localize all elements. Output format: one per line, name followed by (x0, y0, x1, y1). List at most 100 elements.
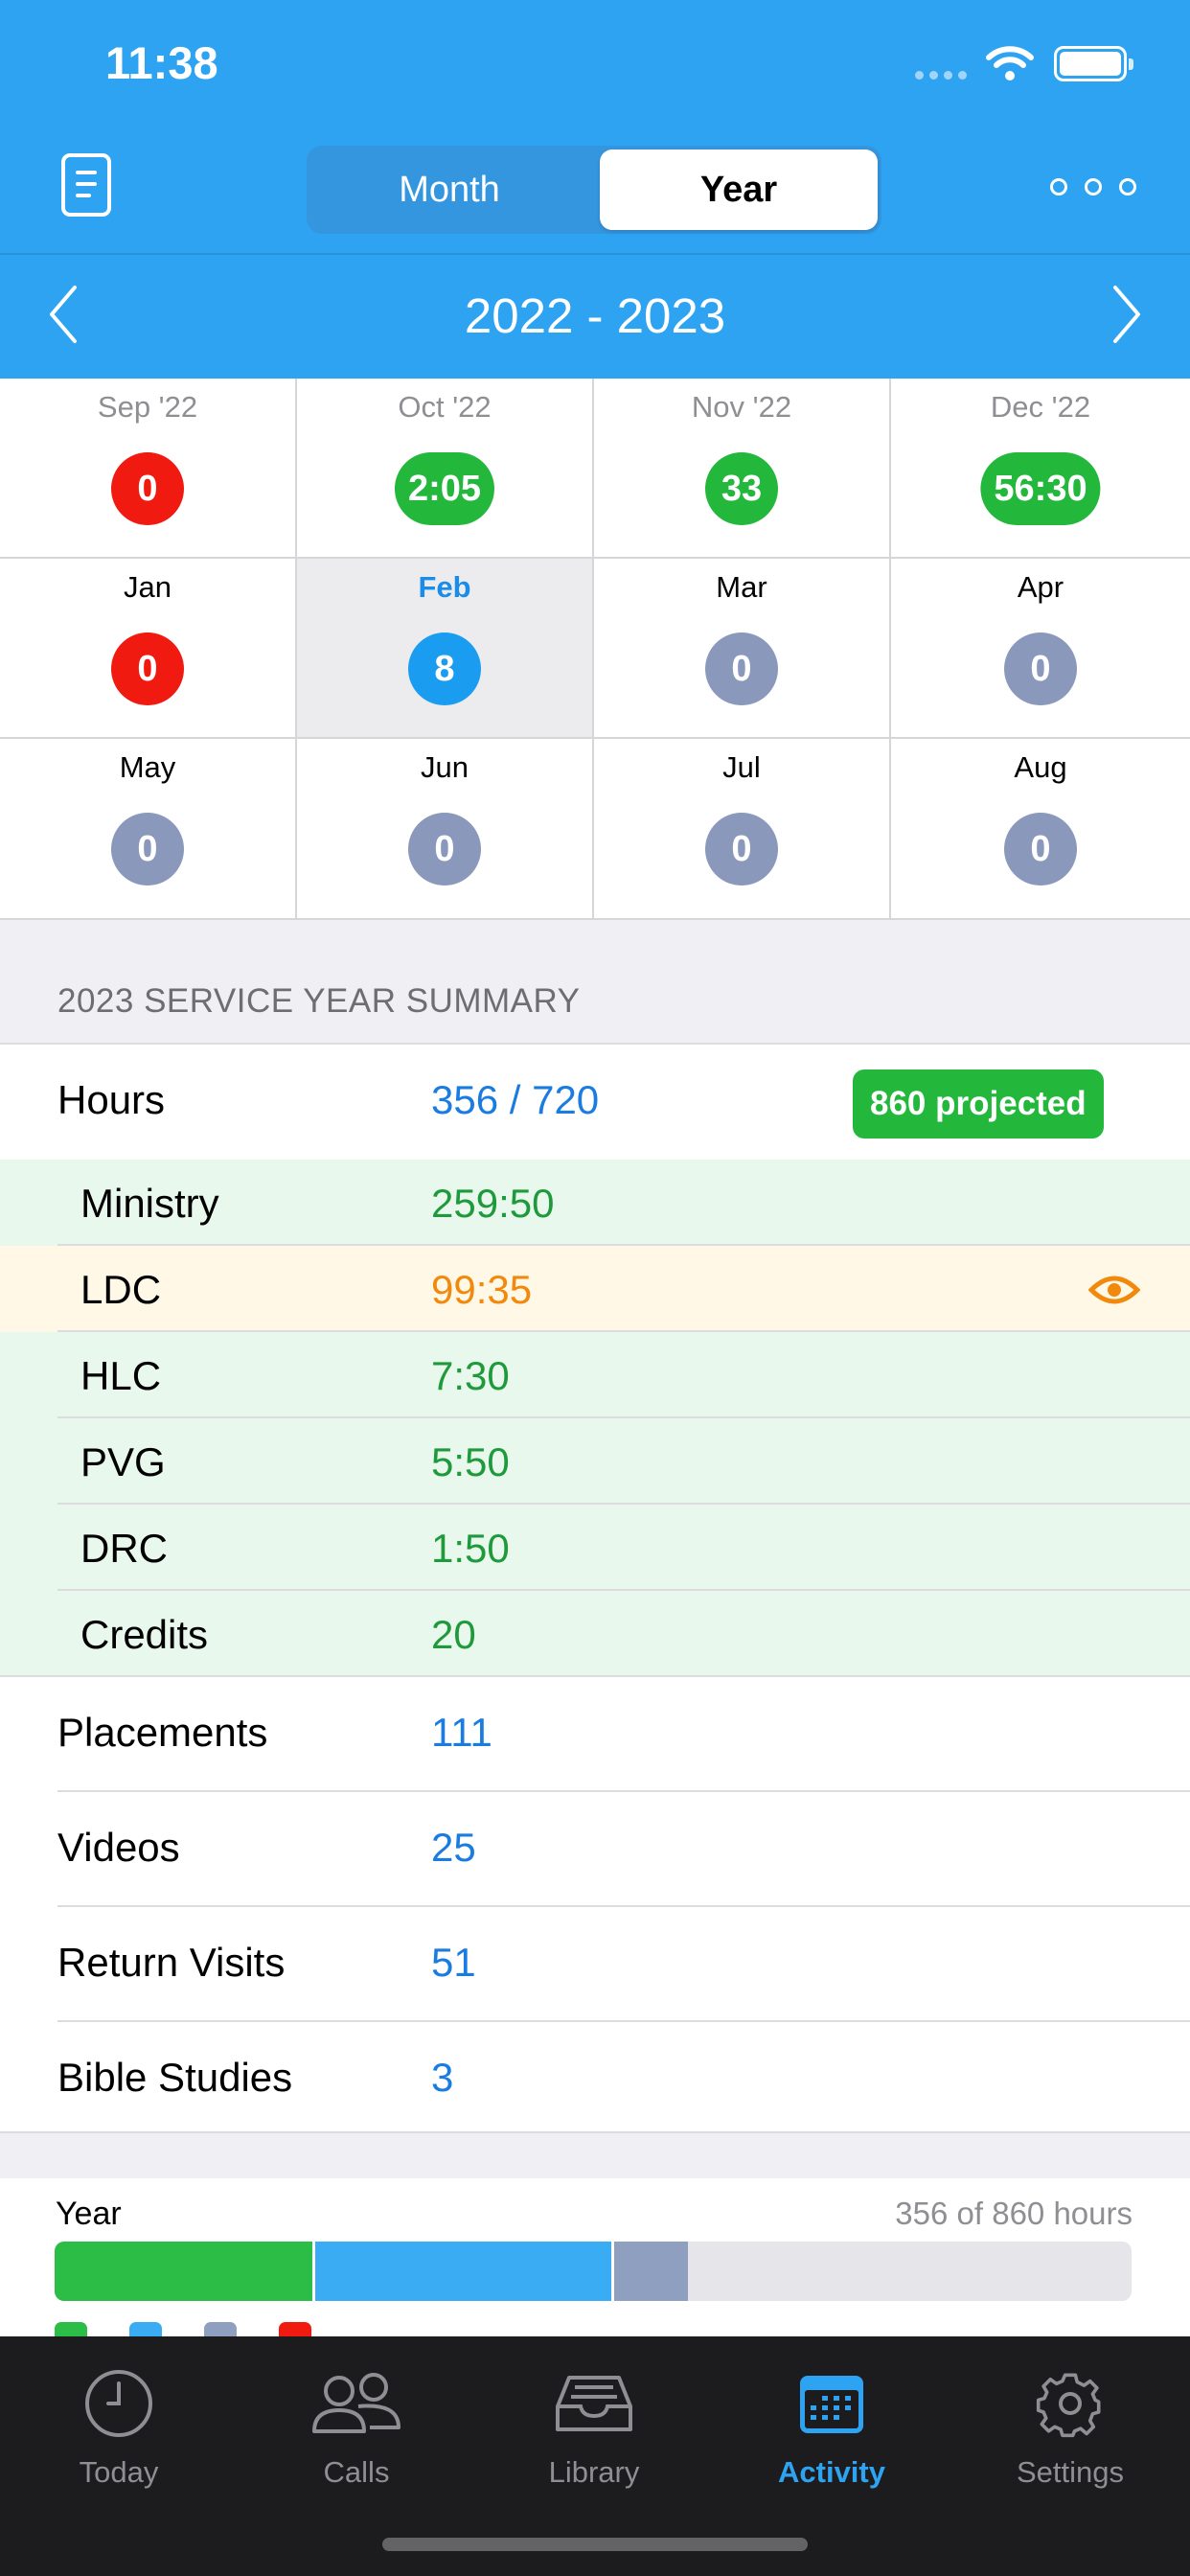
month-label: Jun (421, 750, 469, 784)
month-cell[interactable]: Apr 0 (891, 559, 1190, 739)
segment-month[interactable]: Month (310, 150, 588, 230)
videos-row[interactable]: Videos 25 (0, 1792, 1190, 1907)
progress-segment (55, 2242, 312, 2301)
breakdown-value: 20 (431, 1612, 476, 1657)
breakdown-row-ministry[interactable]: Ministry 259:50 (0, 1160, 1190, 1246)
count-label: Placements (57, 1710, 268, 1755)
more-icon[interactable] (1050, 178, 1136, 196)
breakdown-value: 7:30 (431, 1353, 510, 1398)
breakdown-label: HLC (80, 1353, 162, 1398)
month-hours-badge: 0 (1004, 632, 1077, 705)
wifi-icon (986, 46, 1034, 80)
count-value: 25 (431, 1825, 476, 1870)
count-value: 3 (431, 2055, 454, 2100)
breakdown-label: LDC (80, 1267, 162, 1312)
count-label: Return Visits (57, 1940, 286, 1985)
month-cell[interactable]: Oct '22 2:05 (297, 379, 594, 559)
breakdown-label: Ministry (80, 1181, 219, 1226)
eye-icon[interactable] (1088, 1273, 1140, 1307)
period-segmented-control: Month Year (307, 146, 881, 234)
month-label: Jul (722, 750, 761, 784)
month-cell[interactable]: Jul 0 (594, 739, 891, 920)
count-label: Videos (57, 1825, 180, 1870)
bible-studies-row[interactable]: Bible Studies 3 (0, 2022, 1190, 2137)
gear-icon (1036, 2373, 1101, 2438)
hours-value: 356 / 720 (431, 1077, 600, 1122)
month-hours-badge: 33 (705, 452, 778, 525)
placements-row[interactable]: Placements 111 (0, 1677, 1190, 1792)
breakdown-row-credits[interactable]: Credits 20 (0, 1591, 1190, 1677)
month-label: Apr (1017, 570, 1064, 604)
cellular-signal-icon (915, 71, 967, 80)
battery-icon (1054, 46, 1133, 81)
tab-library[interactable]: Library (475, 2356, 713, 2490)
progress-segment (314, 2242, 611, 2301)
month-label: Nov '22 (691, 390, 792, 424)
month-hours-badge: 8 (408, 632, 481, 705)
month-hours-badge: 0 (111, 813, 184, 886)
tab-label: Activity (778, 2455, 885, 2489)
chevron-right-icon[interactable] (1110, 284, 1144, 345)
month-cell[interactable]: Aug 0 (891, 739, 1190, 920)
month-label: Mar (716, 570, 767, 604)
month-label: Aug (1014, 750, 1067, 784)
report-icon[interactable] (61, 153, 111, 217)
breakdown-value: 5:50 (431, 1439, 510, 1484)
month-hours-badge: 0 (1004, 813, 1077, 886)
breakdown-label: DRC (80, 1526, 168, 1571)
tab-label: Library (548, 2455, 640, 2489)
hours-label: Hours (57, 1077, 166, 1122)
month-label: Jan (124, 570, 172, 604)
progress-segment (613, 2242, 689, 2301)
month-cell[interactable]: Jun 0 (297, 739, 594, 920)
tab-today[interactable]: Today (0, 2356, 238, 2490)
month-label: Sep '22 (97, 390, 198, 424)
header: 11:38 Month Year 2022 - 2023 (0, 0, 1190, 379)
tab-activity[interactable]: Activity (713, 2356, 950, 2490)
breakdown-row-drc[interactable]: DRC 1:50 (0, 1505, 1190, 1591)
progress-meta: 356 of 860 hours (895, 2196, 1133, 2231)
breakdown-row-hlc[interactable]: HLC 7:30 (0, 1332, 1190, 1418)
breakdown-row-pvg[interactable]: PVG 5:50 (0, 1418, 1190, 1505)
breakdown-row-ldc[interactable]: LDC 99:35 (0, 1246, 1190, 1332)
month-cell[interactable]: Jan 0 (0, 559, 297, 739)
count-label: Bible Studies (57, 2055, 293, 2100)
month-cell[interactable]: Mar 0 (594, 559, 891, 739)
tray-icon (556, 2376, 632, 2431)
people-icon (312, 2373, 400, 2433)
month-hours-badge: 0 (111, 632, 184, 705)
projected-badge: 860 projected (853, 1070, 1104, 1138)
breakdown-label: PVG (80, 1439, 166, 1484)
month-hours-badge: 0 (705, 632, 778, 705)
month-hours-badge: 0 (705, 813, 778, 886)
month-label: Feb (418, 570, 471, 604)
month-cell[interactable]: Nov '22 33 (594, 379, 891, 559)
month-cell[interactable]: Sep '22 0 (0, 379, 297, 559)
count-value: 51 (431, 1940, 476, 1985)
return-visits-row[interactable]: Return Visits 51 (0, 1907, 1190, 2022)
month-cell[interactable]: Feb 8 (297, 559, 594, 739)
calendar-icon (800, 2376, 863, 2433)
hours-row[interactable]: Hours 356 / 720 860 projected (0, 1045, 1190, 1160)
tab-settings[interactable]: Settings (950, 2356, 1190, 2490)
breakdown-label: Credits (80, 1612, 209, 1657)
segment-year[interactable]: Year (600, 150, 878, 230)
tab-label: Today (79, 2455, 159, 2489)
month-hours-badge: 0 (111, 452, 184, 525)
month-cell[interactable]: May 0 (0, 739, 297, 920)
month-hours-badge: 56:30 (980, 452, 1101, 525)
breakdown-value: 259:50 (431, 1181, 555, 1226)
tab-label: Settings (1016, 2455, 1124, 2489)
year-range-title: 2022 - 2023 (464, 288, 726, 343)
header-divider (0, 253, 1190, 255)
month-label: Oct '22 (398, 390, 492, 424)
month-cell[interactable]: Dec '22 56:30 (891, 379, 1190, 559)
month-hours-badge: 2:05 (394, 452, 495, 525)
tab-calls[interactable]: Calls (238, 2356, 475, 2490)
year-progress-bar (55, 2242, 1132, 2301)
summary-list: Hours 356 / 720 860 projected Ministry 2… (0, 1043, 1190, 2133)
month-label: May (119, 750, 176, 784)
breakdown-value: 1:50 (431, 1526, 510, 1571)
month-grid: Sep '22 0 Oct '22 2:05 Nov '22 33 Dec '22 56:30… (0, 379, 1190, 920)
tab-label: Calls (323, 2455, 390, 2489)
